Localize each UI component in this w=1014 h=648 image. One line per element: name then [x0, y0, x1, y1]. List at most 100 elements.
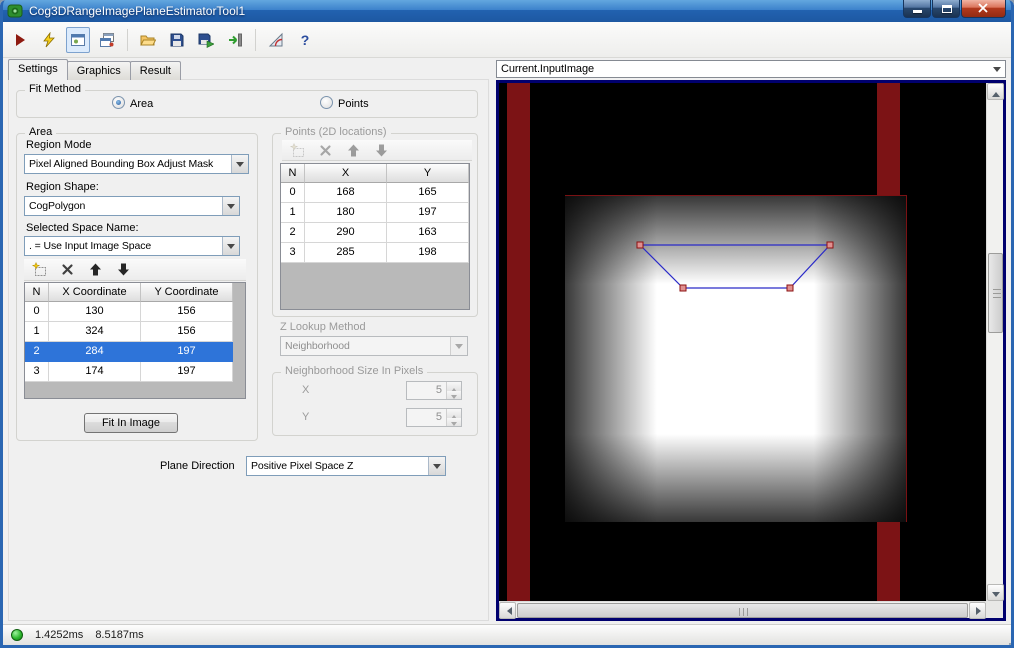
cell-n[interactable]: 1 [25, 322, 49, 342]
scroll-down-button[interactable] [987, 584, 1004, 601]
cell-y[interactable]: 197 [141, 342, 233, 362]
range-image-canvas[interactable] [499, 83, 986, 601]
region-mode-combo[interactable]: Pixel Aligned Bounding Box Adjust Mask [24, 154, 249, 174]
cell-x[interactable]: 324 [49, 322, 141, 342]
table-row[interactable]: 0 168 165 [281, 183, 469, 203]
help-button[interactable]: ? [293, 27, 317, 53]
table-row[interactable]: 3 285 198 [281, 243, 469, 263]
save-as-button[interactable] [194, 27, 218, 53]
revert-input-button[interactable] [223, 27, 247, 53]
chevron-down-icon[interactable] [222, 197, 239, 215]
image-selector-combo[interactable]: Current.InputImage [496, 60, 1006, 78]
image-display-toggle-button[interactable] [66, 27, 90, 53]
chevron-down-icon[interactable] [428, 457, 445, 475]
cell-n[interactable]: 2 [281, 223, 305, 243]
fit-method-points-label[interactable]: Points [338, 98, 369, 110]
fit-method-area-radio[interactable] [112, 96, 125, 109]
chevron-down-icon[interactable] [988, 61, 1005, 77]
cell-x[interactable]: 285 [305, 243, 387, 263]
cell-y[interactable]: 165 [387, 183, 469, 203]
save-button[interactable] [165, 27, 189, 53]
save-as-floppy-icon [198, 32, 214, 48]
column-header-x[interactable]: X [305, 164, 387, 183]
polygon-handle[interactable] [637, 242, 643, 248]
fit-method-group: Fit Method [16, 90, 478, 118]
polygon-handle[interactable] [827, 242, 833, 248]
run-icon [12, 32, 28, 48]
electric-run-button[interactable] [37, 27, 61, 53]
spin-down-button [447, 418, 461, 427]
column-header-y-coordinate[interactable]: Y Coordinate [141, 283, 233, 302]
tab-graphics[interactable]: Graphics [67, 61, 131, 80]
cell-y[interactable]: 156 [141, 302, 233, 322]
horizontal-scroll-thumb[interactable] [517, 603, 968, 618]
float-window-button[interactable] [95, 27, 119, 53]
measure-angle-button[interactable] [264, 27, 288, 53]
vertical-scrollbar[interactable] [986, 83, 1003, 601]
close-button[interactable] [961, 0, 1006, 18]
fit-method-points-radio[interactable] [320, 96, 333, 109]
table-row[interactable]: 2 284 197 [25, 342, 245, 362]
space-name-combo[interactable]: . = Use Input Image Space [24, 236, 240, 256]
cell-x[interactable]: 180 [305, 203, 387, 223]
cell-n[interactable]: 3 [281, 243, 305, 263]
cell-x[interactable]: 174 [49, 362, 141, 382]
cell-n[interactable]: 0 [25, 302, 49, 322]
run-button[interactable] [8, 27, 32, 53]
cell-n[interactable]: 0 [281, 183, 305, 203]
table-row[interactable]: 2 290 163 [281, 223, 469, 243]
cell-x[interactable]: 130 [49, 302, 141, 322]
plane-direction-label: Plane Direction [160, 460, 235, 472]
cell-y[interactable]: 197 [141, 362, 233, 382]
column-header-n[interactable]: N [25, 283, 49, 302]
cell-x[interactable]: 284 [49, 342, 141, 362]
plane-direction-combo[interactable]: Positive Pixel Space Z [246, 456, 446, 476]
move-up-button[interactable] [87, 261, 104, 278]
title-bar[interactable]: Cog3DRangeImagePlaneEstimatorTool1 [0, 0, 1014, 22]
scroll-left-button[interactable] [499, 602, 516, 619]
horizontal-scrollbar[interactable] [499, 601, 986, 618]
chevron-down-icon[interactable] [231, 155, 248, 173]
column-header-y[interactable]: Y [387, 164, 469, 183]
cell-n[interactable]: 1 [281, 203, 305, 223]
cell-y[interactable]: 163 [387, 223, 469, 243]
delete-row-button[interactable] [59, 261, 76, 278]
column-header-x-coordinate[interactable]: X Coordinate [49, 283, 141, 302]
region-shape-combo[interactable]: CogPolygon [24, 196, 240, 216]
delete-x-icon [318, 143, 333, 158]
open-file-button[interactable] [136, 27, 160, 53]
minimize-button[interactable] [903, 0, 931, 18]
vertical-scroll-thumb[interactable] [988, 253, 1003, 333]
table-row[interactable]: 0 130 156 [25, 302, 245, 322]
scroll-up-button[interactable] [987, 83, 1004, 100]
app-icon [7, 3, 23, 19]
polygon-handle[interactable] [680, 285, 686, 291]
move-down-button[interactable] [115, 261, 132, 278]
cell-y[interactable]: 198 [387, 243, 469, 263]
table-row[interactable]: 1 324 156 [25, 322, 245, 342]
cell-x[interactable]: 290 [305, 223, 387, 243]
column-header-n[interactable]: N [281, 164, 305, 183]
table-row[interactable]: 3 174 197 [25, 362, 245, 382]
scroll-right-button[interactable] [969, 602, 986, 619]
polygon-handle[interactable] [787, 285, 793, 291]
table-row[interactable]: 1 180 197 [281, 203, 469, 223]
fit-method-area-label[interactable]: Area [130, 98, 153, 110]
tab-settings[interactable]: Settings [8, 59, 68, 80]
chevron-down-icon[interactable] [222, 237, 239, 255]
cell-n[interactable]: 3 [25, 362, 49, 382]
minimize-icon [913, 10, 922, 13]
tab-result[interactable]: Result [130, 61, 181, 80]
spinner-value: 5 [407, 409, 446, 426]
cell-y[interactable]: 156 [141, 322, 233, 342]
add-row-button[interactable] [31, 261, 48, 278]
cell-y[interactable]: 197 [387, 203, 469, 223]
revert-arrow-icon [227, 32, 243, 48]
maximize-button[interactable] [932, 0, 960, 18]
resize-grip[interactable] [1005, 639, 1007, 641]
region-polygon[interactable] [640, 245, 830, 288]
cell-x[interactable]: 168 [305, 183, 387, 203]
fit-in-image-button[interactable]: Fit In Image [84, 413, 178, 433]
thumb-grip [993, 293, 1001, 294]
cell-n[interactable]: 2 [25, 342, 49, 362]
